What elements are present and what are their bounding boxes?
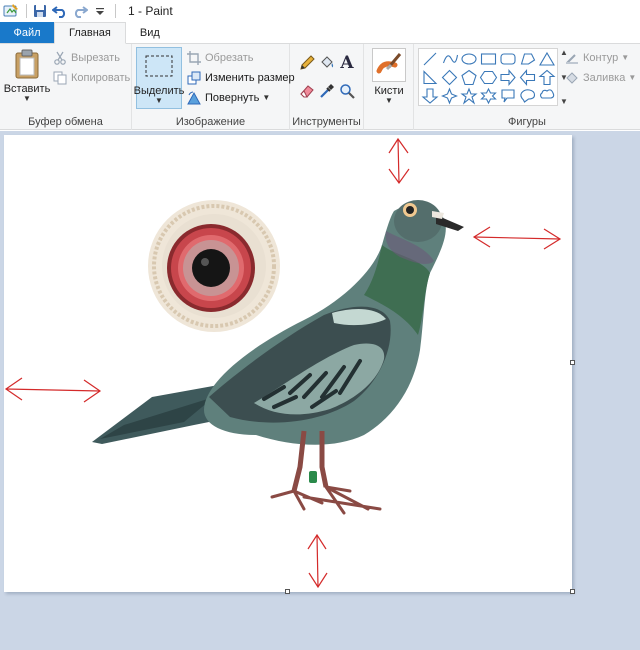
outline-button[interactable]: Контур ▼: [564, 48, 629, 68]
shapes-gallery-icons: [421, 51, 556, 105]
cut-label: Вырезать: [71, 52, 120, 64]
save-icon[interactable]: [31, 2, 49, 20]
clipboard-group-label: Буфер обмена: [28, 116, 103, 128]
cut-button[interactable]: Вырезать: [52, 48, 120, 68]
red-arrow-left: [4, 377, 102, 403]
rounded-rectangle-shape-icon[interactable]: [500, 53, 516, 65]
pentagon-shape-icon[interactable]: [461, 69, 477, 86]
line-shape-icon[interactable]: [423, 52, 437, 66]
left-arrow-shape-icon[interactable]: [519, 69, 536, 86]
chevron-down-icon: ▼: [23, 94, 31, 103]
tab-home[interactable]: Главная: [54, 22, 126, 44]
shapes-gallery: [418, 48, 558, 106]
hexagon-shape-icon[interactable]: [479, 70, 498, 85]
paste-button[interactable]: Вставить ▼: [4, 48, 50, 103]
clipboard-group: Вставить ▼ Вырезать Копировать Буфер обм…: [0, 44, 132, 130]
copy-button[interactable]: Копировать: [52, 68, 130, 88]
shapes-group: ▲ ▼ ▼ Контур ▼ Заливка ▼ Фигуры: [414, 44, 640, 130]
chevron-down-icon: ▼: [621, 53, 630, 62]
crop-icon: [186, 50, 202, 66]
copy-icon: [52, 70, 68, 86]
down-arrow-shape-icon[interactable]: [421, 88, 439, 104]
six-point-star-shape-icon[interactable]: [480, 87, 497, 105]
resize-button[interactable]: Изменить размер: [186, 68, 295, 88]
pigeon-image: [92, 200, 464, 515]
scissors-icon: [52, 50, 68, 66]
drawing-canvas[interactable]: [4, 135, 572, 592]
right-arrow-shape-icon[interactable]: [500, 69, 516, 86]
oval-callout-shape-icon[interactable]: [520, 89, 536, 103]
crop-label: Обрезать: [205, 52, 254, 64]
rectangle-shape-icon[interactable]: [480, 53, 497, 65]
up-arrow-shape-icon[interactable]: [538, 69, 556, 86]
shapes-group-label: Фигуры: [508, 116, 546, 128]
divider: [115, 4, 116, 18]
red-arrow-right: [472, 226, 562, 250]
outline-icon: [564, 50, 580, 66]
image-group-label: Изображение: [175, 116, 246, 128]
quick-access-toolbar: [0, 0, 120, 22]
divider: [26, 4, 27, 18]
four-point-star-shape-icon[interactable]: [441, 87, 458, 105]
eraser-icon[interactable]: [298, 82, 316, 100]
tools-group-label: Инструменты: [292, 116, 361, 128]
workspace: [0, 131, 640, 650]
triangle-shape-icon[interactable]: [539, 51, 555, 66]
fill-icon: [564, 70, 580, 86]
outline-label: Контур: [583, 52, 619, 64]
five-point-star-shape-icon[interactable]: [460, 87, 478, 105]
polygon-shape-icon[interactable]: [520, 53, 536, 65]
fill-button[interactable]: Заливка ▼: [564, 68, 636, 88]
chevron-down-icon: ▼: [385, 96, 393, 105]
rotate-button[interactable]: Повернуть ▼: [186, 88, 270, 108]
canvas-resize-handle-bottom[interactable]: [285, 589, 290, 594]
text-icon[interactable]: A: [338, 53, 356, 73]
cloud-callout-shape-icon[interactable]: [539, 89, 555, 99]
tab-file[interactable]: Файл: [0, 22, 54, 43]
oval-shape-icon[interactable]: [461, 53, 477, 65]
chevron-down-icon: ▼: [155, 96, 163, 105]
window-title: 1 - Paint: [128, 4, 173, 18]
ribbon: Вставить ▼ Вырезать Копировать Буфер обм…: [0, 44, 640, 130]
resize-label: Изменить размер: [205, 72, 295, 84]
magnifier-icon[interactable]: [338, 82, 356, 100]
rotate-icon: [186, 90, 202, 106]
selection-rectangle-icon: [143, 50, 175, 82]
canvas-resize-handle-right[interactable]: [570, 360, 575, 365]
red-arrow-bottom: [307, 533, 328, 589]
right-triangle-shape-icon[interactable]: [423, 70, 438, 85]
tab-view[interactable]: Вид: [126, 22, 174, 43]
brushes-button[interactable]: Кисти ▼: [368, 48, 410, 105]
resize-icon: [186, 70, 202, 86]
chevron-down-icon: ▼: [262, 93, 271, 102]
rotate-label: Повернуть: [205, 92, 260, 104]
paint-app-icon[interactable]: [2, 2, 20, 20]
pencil-icon[interactable]: [298, 54, 316, 72]
copy-label: Копировать: [71, 72, 131, 84]
diamond-shape-icon[interactable]: [441, 69, 458, 86]
customize-dropdown-icon[interactable]: [91, 2, 109, 20]
select-button-content[interactable]: Выделить ▼: [134, 50, 184, 105]
pigeon-eye-image: [148, 200, 280, 332]
undo-icon[interactable]: [51, 2, 69, 20]
fill-bucket-icon[interactable]: [318, 54, 336, 72]
chevron-down-icon: ▼: [628, 73, 637, 82]
ribbon-tabs: Файл Главная Вид: [0, 22, 640, 44]
gallery-expand-icon[interactable]: ▼: [560, 97, 568, 106]
rounded-callout-shape-icon[interactable]: [501, 89, 515, 103]
clipboard-icon: [11, 48, 43, 80]
title-bar: 1 - Paint: [0, 0, 640, 22]
tools-group: A Инструменты: [290, 44, 364, 130]
canvas-resize-handle-corner[interactable]: [570, 589, 575, 594]
brushes-group: Кисти ▼: [364, 44, 414, 130]
canvas-drawing: [4, 137, 562, 589]
curve-shape-icon[interactable]: [442, 54, 459, 64]
brush-icon: [372, 48, 406, 82]
red-arrow-top: [388, 137, 410, 185]
redo-icon[interactable]: [71, 2, 89, 20]
image-group: Выделить ▼ Обрезать Изменить размер Пове…: [132, 44, 295, 130]
fill-label: Заливка: [583, 72, 626, 84]
crop-button[interactable]: Обрезать: [186, 48, 254, 68]
color-picker-icon[interactable]: [318, 82, 336, 100]
